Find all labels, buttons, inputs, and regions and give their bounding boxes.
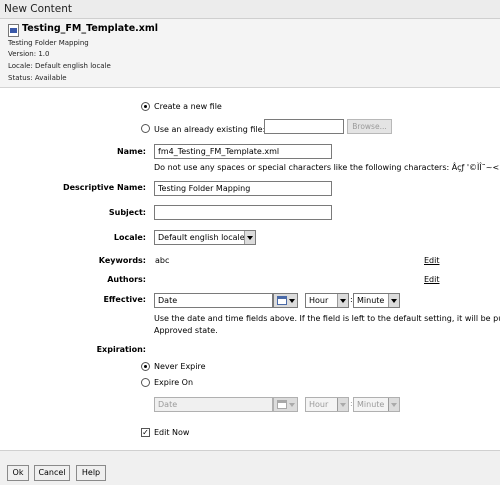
keywords-value: abc — [155, 256, 170, 265]
create-new-radio[interactable] — [141, 102, 150, 111]
never-expire-label: Never Expire — [154, 362, 206, 371]
locale-value: Default english locale — [158, 233, 245, 242]
chevron-down-icon — [289, 299, 295, 303]
locale-select[interactable]: Default english locale — [154, 230, 256, 245]
effective-minute-select[interactable]: Minute — [353, 293, 400, 308]
file-version: Version: 1.0 — [8, 50, 50, 58]
chevron-down-icon — [337, 398, 348, 411]
chevron-down-icon — [244, 231, 255, 244]
chevron-down-icon — [289, 403, 295, 407]
name-input[interactable]: fm4_Testing_FM_Template.xml — [154, 144, 332, 159]
use-existing-label: Use an already existing file: — [154, 125, 266, 134]
expiration-label: Expiration: — [96, 345, 146, 354]
edit-now-label: Edit Now — [154, 428, 190, 437]
calendar-icon — [277, 400, 287, 409]
content-header: Testing_FM_Template.xml Testing Folder M… — [0, 19, 500, 88]
calendar-icon — [277, 296, 287, 305]
expire-on-label: Expire On — [154, 378, 194, 387]
keywords-label: Keywords: — [98, 256, 146, 265]
subject-input[interactable] — [154, 205, 332, 220]
content-form: Create a new file Use an already existin… — [0, 88, 500, 450]
authors-label: Authors: — [107, 275, 146, 284]
effective-hint-line2: Approved state. — [154, 326, 218, 335]
subject-label: Subject: — [108, 208, 146, 217]
effective-hint-line1: Use the date and time fields above. If t… — [154, 314, 500, 323]
file-locale: Locale: Default english locale — [8, 62, 111, 70]
xml-file-icon — [8, 24, 19, 37]
expiration-calendar-button[interactable] — [273, 397, 298, 412]
create-new-label: Create a new file — [154, 102, 222, 111]
locale-label: Locale: — [113, 233, 146, 242]
authors-edit-link[interactable]: Edit — [424, 275, 440, 284]
effective-hour-value: Hour — [309, 296, 329, 305]
file-name: Testing_FM_Template.xml — [22, 23, 159, 34]
effective-calendar-button[interactable] — [273, 293, 298, 308]
name-hint: Do not use any spaces or special charact… — [154, 163, 500, 172]
expiration-date-input[interactable]: Date — [154, 397, 273, 412]
descriptive-name-input[interactable]: Testing Folder Mapping — [154, 181, 332, 196]
name-label: Name: — [116, 147, 146, 156]
expiration-minute-value: Minute — [357, 400, 385, 409]
chevron-down-icon — [388, 294, 399, 307]
expiration-minute-select[interactable]: Minute — [353, 397, 400, 412]
never-expire-radio[interactable] — [141, 362, 150, 371]
browse-button[interactable]: Browse... — [347, 119, 392, 134]
file-subtitle: Testing Folder Mapping — [8, 39, 89, 47]
footer-bar: Ok Cancel Help — [0, 450, 500, 485]
edit-now-checkbox[interactable]: ✓ — [141, 428, 150, 437]
existing-file-input[interactable] — [264, 119, 344, 134]
effective-label: Effective: — [103, 295, 146, 304]
file-status: Status: Available — [8, 74, 67, 82]
help-button[interactable]: Help — [76, 465, 106, 481]
descriptive-name-label: Descriptive Name: — [62, 183, 146, 192]
expire-on-radio[interactable] — [141, 378, 150, 387]
chevron-down-icon — [337, 294, 348, 307]
cancel-button[interactable]: Cancel — [34, 465, 70, 481]
window-titlebar: New Content — [0, 0, 500, 19]
use-existing-radio[interactable] — [141, 124, 150, 133]
chevron-down-icon — [388, 398, 399, 411]
effective-minute-value: Minute — [357, 296, 385, 305]
effective-hour-select[interactable]: Hour — [305, 293, 349, 308]
keywords-edit-link[interactable]: Edit — [424, 256, 440, 265]
ok-button[interactable]: Ok — [7, 465, 29, 481]
expiration-hour-value: Hour — [309, 400, 329, 409]
window-title: New Content — [4, 3, 72, 15]
effective-date-input[interactable]: Date — [154, 293, 273, 308]
expiration-hour-select[interactable]: Hour — [305, 397, 349, 412]
